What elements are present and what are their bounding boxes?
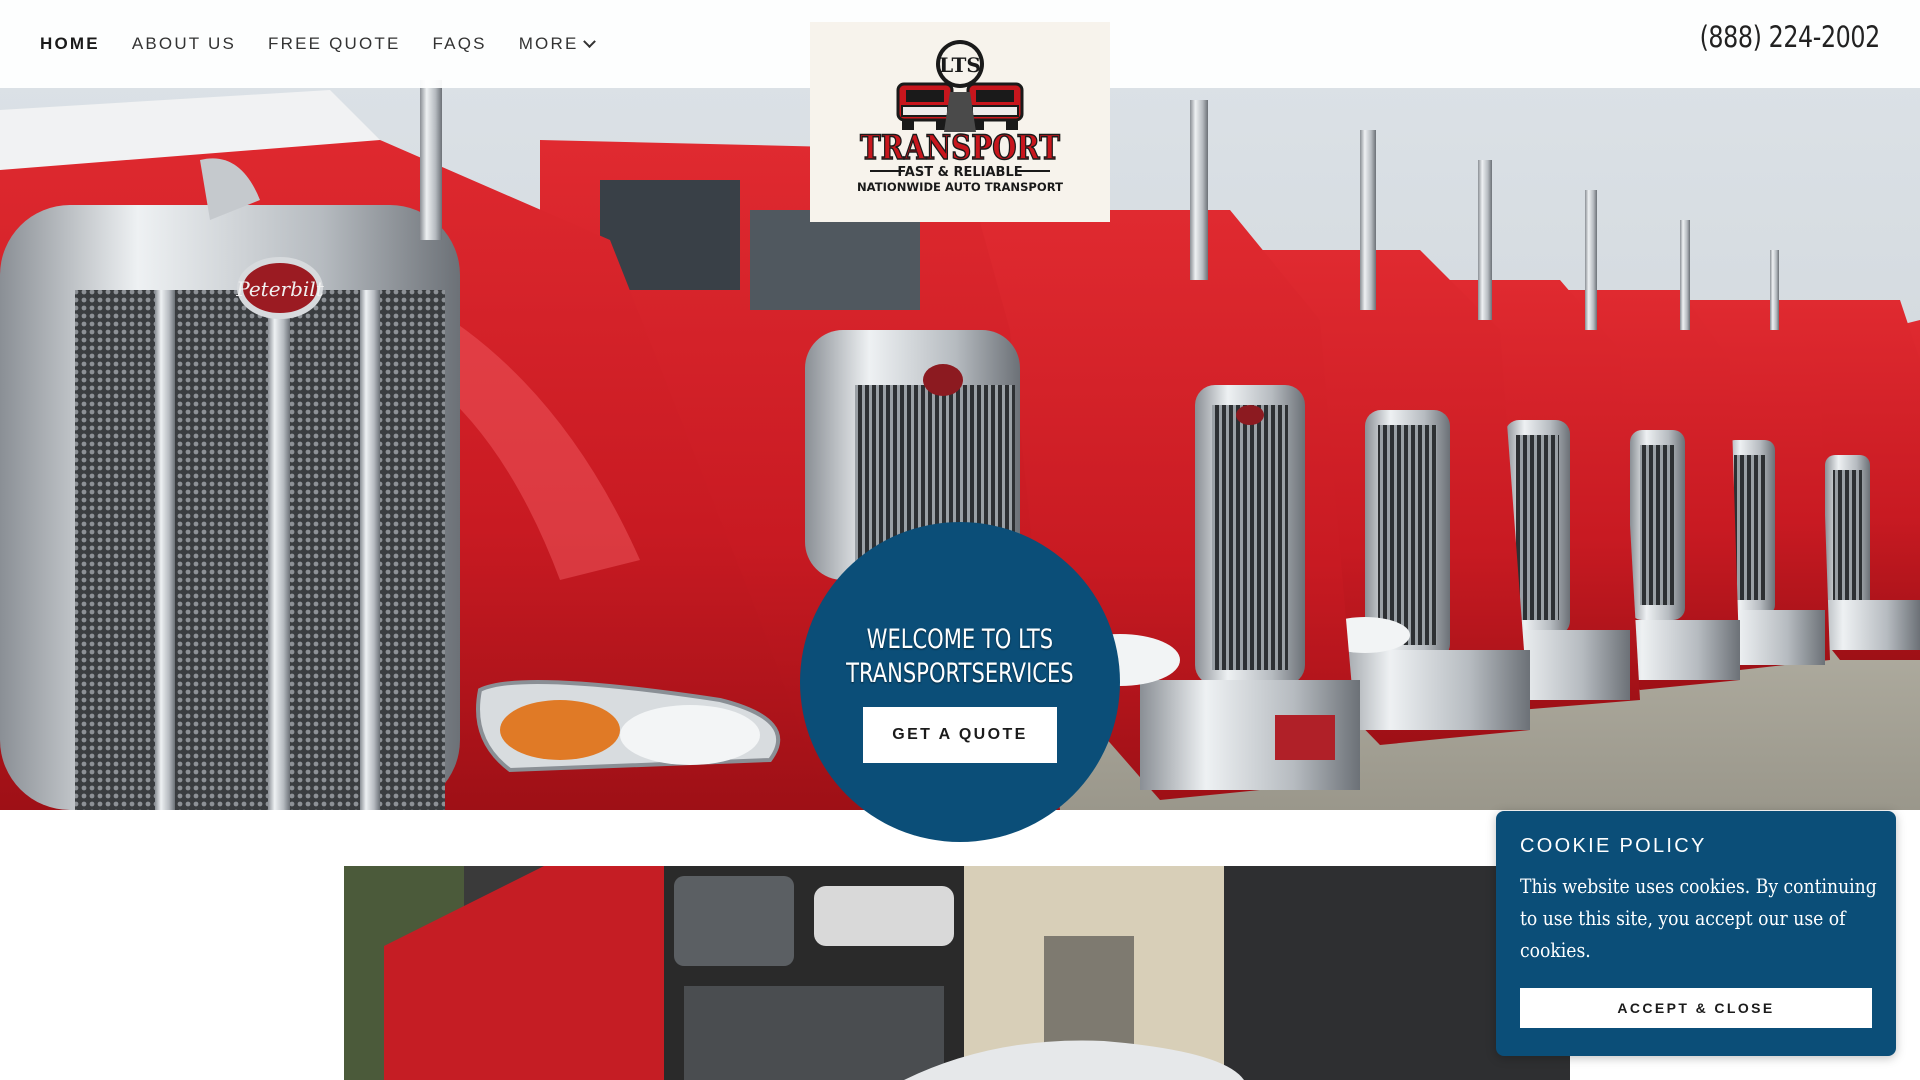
get-a-quote-button[interactable]: GET A QUOTE — [863, 707, 1057, 763]
nav-about-us[interactable]: ABOUT US — [132, 34, 236, 54]
nav-more-label: MORE — [518, 34, 579, 53]
logo-subline-text: NATIONWIDE AUTO TRANSPORT — [857, 180, 1063, 194]
logo-badge-text: LTS — [939, 53, 981, 77]
hero-heading-line-2: TRANSPORTSERVICES — [846, 658, 1074, 689]
main-nav: HOME ABOUT US FREE QUOTE FAQS MORE — [40, 0, 596, 88]
chevron-down-icon — [582, 34, 596, 48]
phone-number[interactable]: (888) 224-2002 — [1700, 20, 1881, 54]
cookie-policy-popup: COOKIE POLICY This website uses cookies.… — [1496, 811, 1896, 1056]
nav-faqs[interactable]: FAQS — [433, 34, 487, 54]
nav-more[interactable]: MORE — [518, 34, 596, 54]
cookie-body: This website uses cookies. By continuing… — [1520, 874, 1877, 962]
grille-brand-text: Peterbilt — [235, 277, 324, 301]
hero-heading: WELCOME TO LTS TRANSPORTSERVICES — [846, 623, 1074, 691]
cookie-title: COOKIE POLICY — [1520, 835, 1707, 857]
truck-logo-icon: LTS TRANSPORT FAST & RELIABLE NATIONWIDE… — [857, 40, 1063, 194]
nav-free-quote[interactable]: FREE QUOTE — [268, 34, 401, 54]
logo-tagline-text: FAST & RELIABLE — [897, 165, 1022, 180]
hero-welcome-circle: WELCOME TO LTS TRANSPORTSERVICES GET A Q… — [800, 522, 1120, 842]
logo-title-text: TRANSPORT — [860, 128, 1060, 168]
hero-heading-line-1: WELCOME TO LTS — [866, 624, 1054, 655]
accept-and-close-button[interactable]: ACCEPT & CLOSE — [1520, 988, 1872, 1028]
logo[interactable]: LTS TRANSPORT FAST & RELIABLE NATIONWIDE… — [810, 22, 1110, 222]
nav-home[interactable]: HOME — [40, 34, 100, 54]
car-carrier-image — [344, 866, 1570, 1080]
car-carrier-photo — [344, 866, 1570, 1080]
